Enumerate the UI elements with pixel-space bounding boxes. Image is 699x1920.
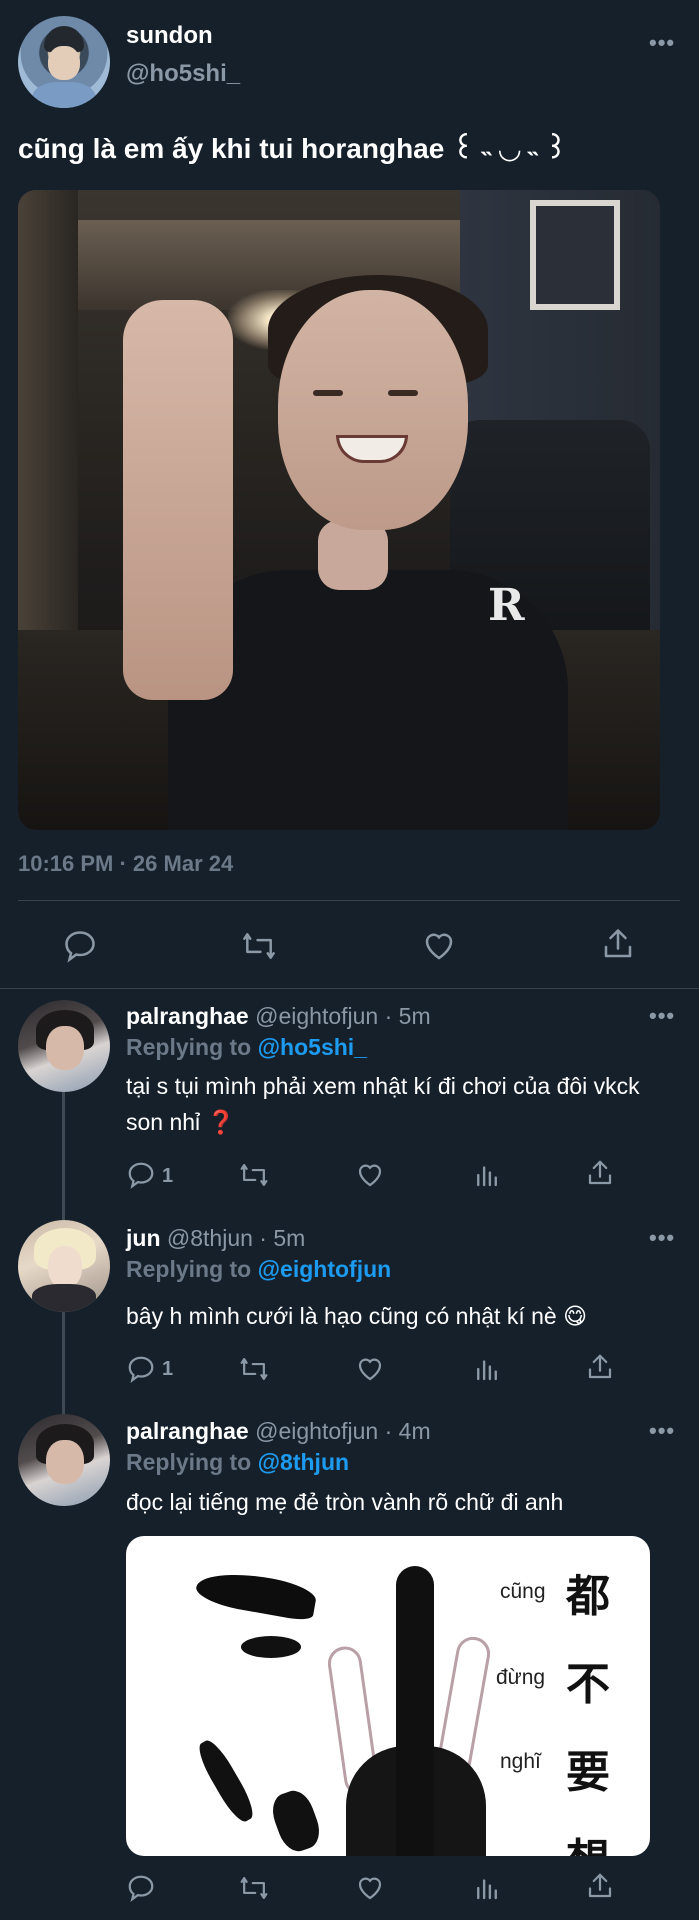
share-icon[interactable] <box>585 1158 615 1188</box>
tweet-photo[interactable]: R <box>18 190 660 830</box>
share-icon[interactable] <box>600 926 636 962</box>
thread-line <box>62 1312 65 1416</box>
analytics-icon[interactable] <box>472 1873 502 1903</box>
like-icon[interactable] <box>421 928 457 964</box>
reply-icon[interactable] <box>126 1354 156 1384</box>
reply-text: bây h mình cưới là hạo cũng có nhật kí n… <box>126 1303 588 1329</box>
mention-link[interactable]: @8thjun <box>258 1449 349 1475</box>
reply-image[interactable]: cũng đừng nghĩ 都 不 要 想 <box>126 1536 650 1856</box>
reply-header[interactable]: jun @8thjun · 5m <box>126 1225 305 1252</box>
meme-caption-cn: 都 <box>566 1571 610 1622</box>
mention-link[interactable]: @ho5shi_ <box>258 1034 367 1060</box>
avatar[interactable] <box>18 1220 110 1312</box>
share-icon[interactable] <box>585 1352 615 1382</box>
tweet-timestamp[interactable]: 10:16 PM · 26 Mar 24 <box>18 851 233 877</box>
retweet-icon[interactable] <box>240 928 278 964</box>
reply-count: 1 <box>162 1358 174 1380</box>
reply-icon[interactable] <box>62 928 98 964</box>
meme-caption-vn: đừng <box>496 1666 546 1689</box>
more-options-icon[interactable]: ••• <box>649 1225 675 1251</box>
share-icon[interactable] <box>585 1871 615 1901</box>
reply-header[interactable]: palranghae @eightofjun · 5m <box>126 1003 431 1030</box>
analytics-icon[interactable] <box>472 1160 502 1190</box>
more-options-icon[interactable]: ••• <box>649 1003 675 1029</box>
handle[interactable]: @eightofjun <box>255 1418 378 1444</box>
replying-to: Replying to @eightofjun <box>126 1256 392 1282</box>
handle[interactable]: @8thjun <box>167 1225 253 1251</box>
mention-link[interactable]: @eightofjun <box>258 1256 392 1282</box>
display-name[interactable]: jun <box>126 1225 161 1251</box>
replying-to: Replying to @ho5shi_ <box>126 1034 367 1060</box>
display-name[interactable]: palranghae <box>126 1418 249 1444</box>
handle[interactable]: @eightofjun <box>255 1003 378 1029</box>
like-icon[interactable] <box>355 1354 385 1384</box>
section-divider <box>0 988 699 989</box>
replying-to: Replying to @8thjun <box>126 1449 350 1475</box>
avatar[interactable] <box>18 1000 110 1092</box>
tweet-text: cũng là em ấy khi tui horanghae ꒰ ˵ ◡ ˵ … <box>18 133 568 164</box>
reply-text: tại s tụi mình phải xem nhật kí đi chơi … <box>126 1073 640 1135</box>
meme-caption-cn: 要 <box>566 1747 610 1798</box>
avatar-body <box>32 82 96 108</box>
reply-count: 1 <box>162 1165 174 1187</box>
reply-time: 5m <box>398 1003 431 1029</box>
retweet-icon[interactable] <box>238 1160 270 1190</box>
divider <box>18 900 680 901</box>
yum-emoji: 😋 <box>563 1303 588 1329</box>
display-name[interactable]: palranghae <box>126 1003 249 1029</box>
reply-icon[interactable] <box>126 1160 156 1190</box>
reply-time: 5m <box>273 1225 306 1251</box>
meme-caption-vn: cũng <box>500 1580 546 1603</box>
shirt-logo: R <box>488 580 525 631</box>
more-options-icon[interactable]: ••• <box>649 30 675 56</box>
retweet-icon[interactable] <box>238 1354 270 1384</box>
reply-time: 4m <box>398 1418 431 1444</box>
question-emoji: ❓ <box>206 1109 236 1135</box>
tweet-detail-page: sundon @ho5shi_ ••• cũng là em ấy khi tu… <box>0 0 699 1920</box>
author-handle[interactable]: @ho5shi_ <box>126 60 240 88</box>
analytics-icon[interactable] <box>472 1354 502 1384</box>
more-options-icon[interactable]: ••• <box>649 1418 675 1444</box>
reply-text: đọc lại tiếng mẹ đẻ tròn vành rõ chữ đi … <box>126 1489 564 1515</box>
meme-caption-cn: 不 <box>566 1659 610 1710</box>
author-name[interactable]: sundon <box>126 22 213 50</box>
avatar[interactable] <box>18 1414 110 1506</box>
avatar-face <box>48 46 80 80</box>
meme-caption-cn: 想 <box>566 1824 610 1856</box>
like-icon[interactable] <box>355 1160 385 1190</box>
reply-icon[interactable] <box>126 1873 156 1903</box>
meme-caption-vn: nghĩ <box>500 1750 541 1773</box>
like-icon[interactable] <box>355 1873 385 1903</box>
avatar[interactable] <box>18 16 110 108</box>
reply-header[interactable]: palranghae @eightofjun · 4m <box>126 1418 431 1445</box>
thread-line <box>62 1092 65 1224</box>
retweet-icon[interactable] <box>238 1873 270 1903</box>
